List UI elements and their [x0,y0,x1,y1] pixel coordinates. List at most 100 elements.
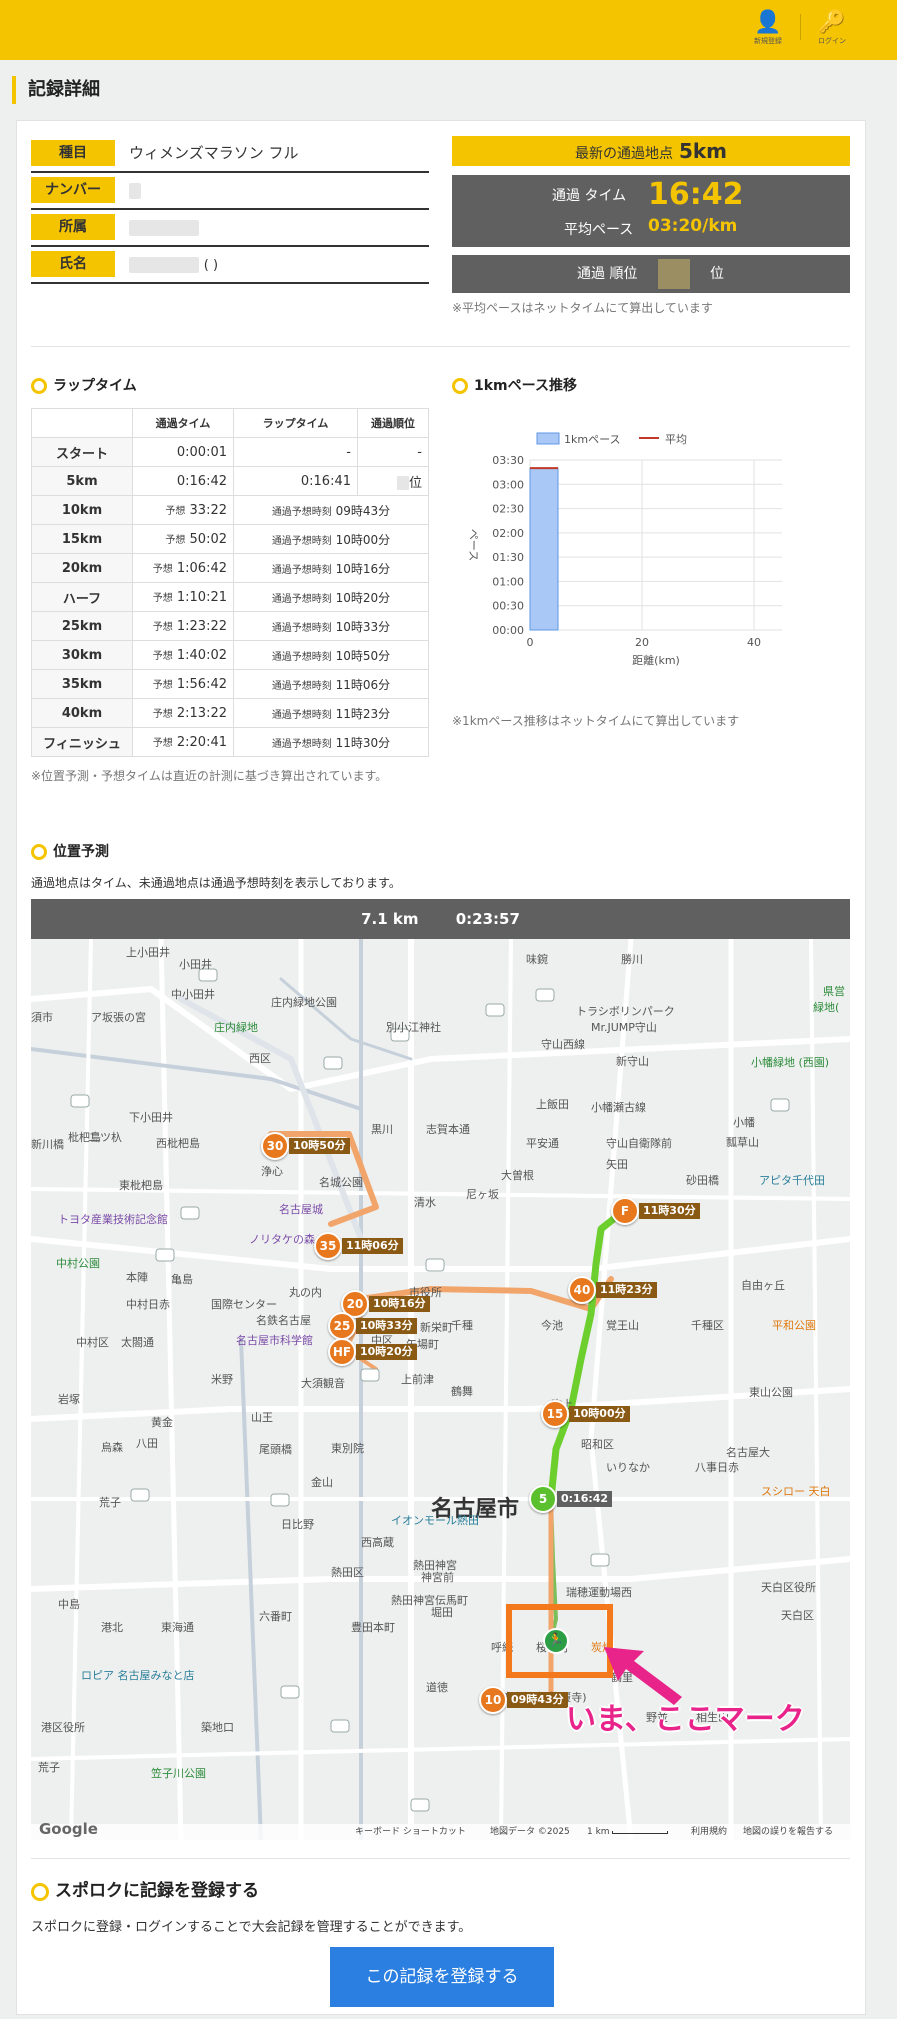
course-marker-15[interactable]: 15 [541,1400,569,1428]
route-shield [535,988,555,1002]
signup-link[interactable]: 👤 新規登録 [738,10,798,46]
legend-label: 平均 [665,433,687,446]
map-label: 尼ヶ坂 [466,1188,499,1201]
x-tick-label: 0 [527,636,534,649]
map-label: 本陣 [126,1271,148,1284]
scale-bar [612,1831,668,1834]
register-record-button[interactable]: この記録を登録する [330,1947,554,2007]
map-label: 中村区 [76,1336,109,1349]
redacted-rank [658,259,690,289]
time-pace-panel: 通過 タイム 16:42 平均ペース 03:20/km [452,175,850,247]
map-label: 二ツ杁 [89,1131,122,1144]
keyboard-shortcuts-link[interactable]: キーボード ショートカット [355,1824,466,1840]
map-label: 小田井 [179,958,212,971]
map-label: トラシボリンパーク [576,1005,675,1018]
route-shield [155,1248,175,1262]
map-label: 港区役所 [41,1721,85,1734]
map-label: 東枇杷島 [119,1179,163,1192]
header-divider [800,14,801,40]
divider [31,346,850,347]
latest-point-banner: 最新の通過地点 5km [452,136,850,166]
map-label: 八田 [136,1437,158,1450]
login-link[interactable]: 🔑 ログイン [802,10,862,46]
map-label: 平安通 [526,1137,559,1150]
y-tick-label: 01:00 [492,575,524,588]
course-marker-tag: 11時23分 [596,1282,657,1298]
map-label: 瓢草山 [726,1136,759,1149]
table-row: 10km 予想 33:22 通過予想時刻 09時43分 [31,495,429,525]
route-shield [360,1368,380,1382]
map-label: 金山 [311,1476,333,1489]
map-label: 荒子 [99,1496,121,1509]
map-label: 矢田 [606,1158,628,1171]
table-row: 25km 予想 1:23:22 通過予想時刻 10時33分 [31,611,429,641]
map-label: 中島 [58,1598,80,1611]
course-marker-30[interactable]: 30 [261,1132,289,1160]
map-label: 東山公園 [749,1386,793,1399]
map-label: 新栄町 [420,1321,453,1334]
pace-note: ※平均ペースはネットタイムにて算出しています [452,301,713,315]
course-marker-25[interactable]: 25 [328,1312,356,1340]
course-marker-10[interactable]: 10 [479,1686,507,1714]
elapsed-value: 0:23:57 [455,910,520,928]
course-marker-40[interactable]: 40 [568,1276,596,1304]
table-row: フィニッシュ 予想 2:20:41 通過予想時刻 11時30分 [31,727,429,757]
map-label: 国際センター [211,1298,277,1311]
y-tick-label: 02:00 [492,527,524,540]
course-marker-tag: 11時06分 [342,1238,403,1254]
y-tick-label: 03:30 [492,454,524,467]
map-label: 天白区役所 [761,1581,816,1594]
map-label: 笠子川公園 [151,1767,206,1780]
map-label: 中小田井 [171,988,215,1001]
map-label: ノリタケの森 [249,1233,315,1246]
course-map[interactable]: 上小田井 小田井 中小田井 庄内緑地公園 庄内緑地 別小江神社 味鋺 勝川 トラシボリンパーク M… [31,939,850,1840]
map-label: 築地口 [201,1721,234,1734]
terms-link[interactable]: 利用規約 [691,1824,727,1840]
register-section-title: スポロクに記録を登録する [31,1882,259,1901]
map-label: 名古屋城 [279,1203,323,1216]
route-shield [70,1094,90,1108]
y-tick-label: 00:30 [492,600,524,613]
map-label: 勝川 [621,953,643,966]
divider [31,1858,850,1859]
ring-icon [31,844,47,860]
map-label: 今池 [541,1319,563,1332]
register-desc: スポロクに登録・ログインすることで大会記録を管理することができます。 [31,1920,472,1935]
route-shield [323,1056,343,1070]
map-label: 覚王山 [606,1319,639,1332]
map-label: 荒子 [38,1761,60,1774]
map-label: 亀島 [171,1273,193,1286]
course-marker-35[interactable]: 35 [314,1232,342,1260]
route-shield [130,1488,150,1502]
report-error-link[interactable]: 地図の誤りを報告する [743,1824,833,1840]
route-shield [180,1206,200,1220]
table-row: 20km 予想 1:06:42 通過予想時刻 10時16分 [31,553,429,583]
map-label: 味鋺 [526,953,548,966]
map-label: 岩塚 [58,1393,80,1406]
table-row: 40km 予想 2:13:22 通過予想時刻 11時23分 [31,698,429,728]
course-marker-5[interactable]: 5 [529,1485,557,1513]
key-icon: 🔑 [818,10,846,35]
runner-icon[interactable]: 🏃 [543,1628,569,1654]
pace-chart-note: ※1kmペース推移はネットタイムにて算出しています [452,714,740,728]
map-label: 小幡 [733,1116,755,1129]
rank-panel: 通過 順位 位 [452,255,850,293]
map-label: 六番町 [259,1610,292,1623]
table-row: 15km 予想 50:02 通過予想時刻 10時00分 [31,524,429,554]
course-marker-hf[interactable]: HF [328,1338,356,1366]
map-label: トヨタ産業技術記念館 [58,1213,168,1226]
map-label: 西区 [249,1052,271,1065]
map-label: 下小田井 [129,1111,173,1124]
map-label: 熱田区 [331,1566,364,1579]
map-label: 自由ヶ丘 [741,1279,785,1292]
course-marker-tag: 10時16分 [369,1296,430,1312]
map-label: 山王 [251,1411,273,1424]
route-shield [770,1098,790,1112]
map-label: 砂田橋 [686,1174,719,1187]
x-tick-label: 20 [635,636,649,649]
map-label: 港北 [101,1621,123,1634]
map-label: 上飯田 [536,1098,569,1111]
map-label: 豊田本町 [351,1621,395,1634]
course-marker-f[interactable]: F [611,1197,639,1225]
redacted-name [129,256,199,273]
